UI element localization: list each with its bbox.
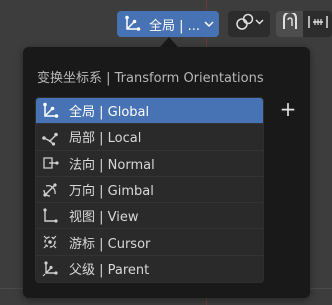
local-axes-icon — [40, 127, 60, 147]
transform-orientation-dropdown[interactable]: 全局 | ... — [117, 11, 219, 37]
snap-increment-button[interactable] — [303, 11, 332, 37]
orientation-item-label: 视图 | View — [69, 210, 139, 226]
snap-link-icon — [234, 13, 264, 35]
orientation-item-view[interactable]: 视图 | View — [36, 203, 263, 230]
cursor-icon — [40, 232, 60, 252]
orientation-item-gimbal[interactable]: 万向 | Gimbal — [36, 176, 263, 204]
orientation-dropdown-label: 全局 | ... — [149, 18, 201, 34]
snap-target-dropdown[interactable] — [228, 11, 270, 37]
chevron-down-icon — [204, 19, 214, 29]
snap-toggle-button[interactable] — [276, 11, 303, 37]
magnet-icon — [281, 11, 299, 35]
orientation-item-label: 法向 | Normal — [69, 157, 155, 173]
orientation-item-label: 游标 | Cursor — [69, 236, 151, 252]
normal-icon — [40, 153, 60, 173]
global-axes-icon — [40, 101, 60, 121]
3d-viewport[interactable]: 全局 | ... 变换坐标系 | Transform Orientations … — [0, 0, 332, 305]
popup-caret — [160, 37, 178, 47]
orientation-item-label: 局部 | Local — [69, 131, 142, 147]
popup-title: 变换坐标系 | Transform Orientations — [37, 71, 264, 86]
orientation-list: 全局 | Global 局部 | Local 法向 | Normal 万向 | … — [35, 97, 264, 284]
orientation-item-normal[interactable]: 法向 | Normal — [36, 150, 263, 177]
orientation-item-cursor[interactable]: 游标 | Cursor — [36, 229, 263, 256]
snap-increment-icon — [307, 14, 329, 34]
orientation-item-label: 父级 | Parent — [69, 263, 150, 279]
transform-axes-icon — [122, 14, 142, 34]
orientation-item-label: 全局 | Global — [69, 105, 150, 121]
gimbal-icon — [40, 180, 60, 200]
orientation-item-parent[interactable]: 父级 | Parent — [36, 255, 263, 283]
parent-icon — [40, 259, 60, 279]
orientation-item-local[interactable]: 局部 | Local — [36, 124, 263, 151]
orientation-item-label: 万向 | Gimbal — [69, 184, 154, 200]
add-orientation-button[interactable]: + — [278, 99, 298, 119]
view-axes-icon — [40, 206, 60, 226]
transform-orientations-popup: 变换坐标系 | Transform Orientations 全局 | Glob… — [23, 47, 310, 298]
orientation-item-global[interactable]: 全局 | Global — [36, 98, 263, 125]
